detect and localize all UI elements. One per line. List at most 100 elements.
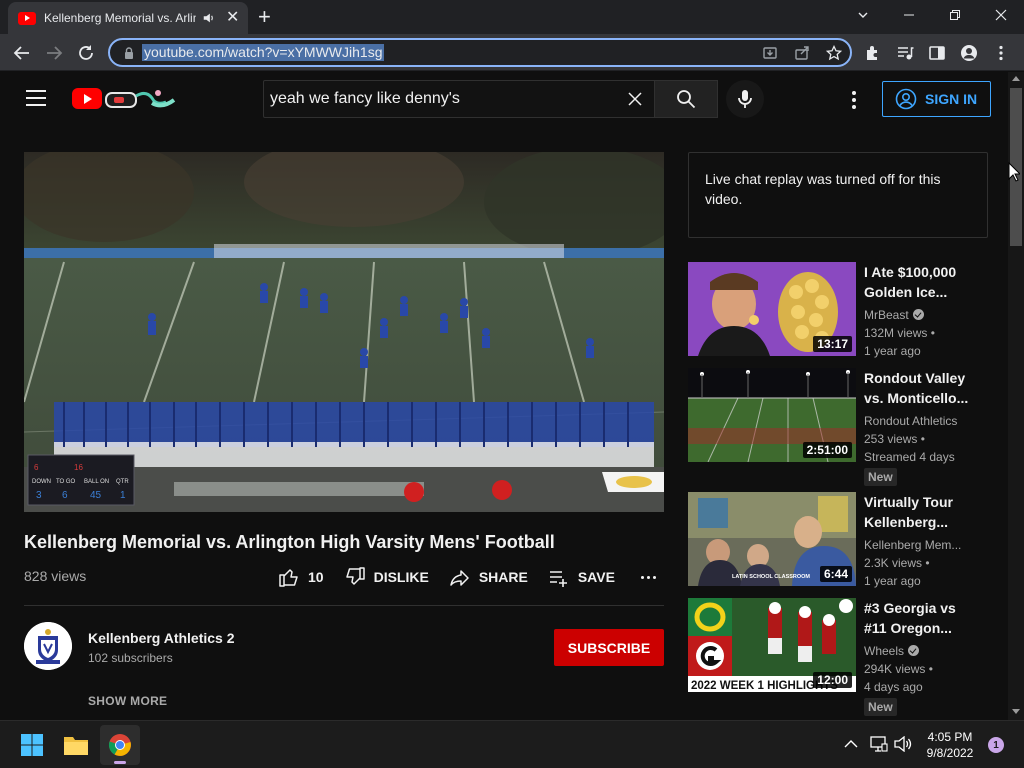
recommended-meta: MrBeast 132M views • 1 year ago xyxy=(864,306,984,360)
save-button[interactable]: SAVE xyxy=(548,566,615,588)
browser-tab[interactable]: Kellenberg Memorial vs. Arlington ✕ xyxy=(8,2,248,34)
file-explorer-button[interactable] xyxy=(56,725,96,765)
install-app-icon[interactable] xyxy=(762,45,778,61)
notification-badge[interactable]: 1 xyxy=(988,737,1004,753)
video-actions: 10 DISLIKE SHARE SAVE xyxy=(278,566,656,588)
lock-icon[interactable] xyxy=(122,46,136,60)
video-thumbnail[interactable]: LATIN SCHOOL CLASSROOM 6:44 xyxy=(688,492,856,586)
network-icon[interactable] xyxy=(870,736,888,752)
search-box xyxy=(263,80,655,118)
svg-text:6: 6 xyxy=(62,490,68,501)
recommended-age: Streamed 4 days xyxy=(864,450,955,464)
recommended-age: 4 days ago xyxy=(864,680,923,694)
dislike-label: DISLIKE xyxy=(373,569,429,585)
forward-button[interactable] xyxy=(42,41,66,65)
playlist-add-icon xyxy=(549,571,567,587)
bookmark-star-icon[interactable] xyxy=(826,45,842,61)
close-tab-icon[interactable]: ✕ xyxy=(226,10,239,26)
dislike-button[interactable]: DISLIKE xyxy=(344,566,429,588)
microphone-icon xyxy=(738,90,752,108)
account-circle-icon xyxy=(895,88,917,110)
view-count: 828 views xyxy=(24,568,87,584)
chrome-menu-icon[interactable] xyxy=(992,44,1010,62)
video-player[interactable]: 6 16 DOWN TO GO BALL ON QTR 3 6 45 1 xyxy=(24,152,664,512)
search-input[interactable] xyxy=(270,87,620,111)
new-badge: New xyxy=(864,468,897,486)
mouse-cursor-icon xyxy=(1008,162,1020,182)
svg-text:DOWN: DOWN xyxy=(32,479,51,485)
divider xyxy=(24,605,664,606)
thumbs-down-icon xyxy=(345,567,365,585)
search-button[interactable] xyxy=(654,80,718,118)
audio-playing-icon[interactable] xyxy=(202,11,216,25)
address-url[interactable]: youtube.com/watch?v=xYMWWJih1sg xyxy=(142,44,385,61)
recommended-channel[interactable]: Kellenberg Mem... xyxy=(864,536,984,554)
recommended-meta: Kellenberg Mem... 2.3K views • 1 year ag… xyxy=(864,536,984,590)
recommended-video[interactable]: 2:51:00 Rondout Valley vs. Monticello... … xyxy=(688,368,988,486)
share-button[interactable]: SHARE xyxy=(449,566,528,588)
video-thumbnail[interactable]: 2022 WEEK 1 HIGHLIGHTS 12:00 xyxy=(688,598,856,692)
hamburger-menu-icon[interactable] xyxy=(26,90,46,106)
video-thumbnail[interactable]: 2:51:00 xyxy=(688,368,856,462)
youtube-favicon-icon xyxy=(18,11,36,25)
recommended-views: 132M views • xyxy=(864,326,935,340)
side-panel-icon[interactable] xyxy=(928,44,946,62)
restore-button[interactable] xyxy=(932,0,978,30)
volume-icon[interactable] xyxy=(894,736,912,752)
recommended-video[interactable]: 2022 WEEK 1 HIGHLIGHTS 12:00 #3 Georgia … xyxy=(688,598,988,716)
chrome-taskbar-button[interactable] xyxy=(100,725,140,765)
subscribe-button[interactable]: SUBSCRIBE xyxy=(554,629,664,666)
video-thumbnail[interactable]: 13:17 xyxy=(688,262,856,356)
folder-icon xyxy=(64,737,88,755)
youtube-doodle-logo[interactable] xyxy=(104,86,178,112)
start-button[interactable] xyxy=(12,725,52,765)
live-chat-notice: Live chat replay was turned off for this… xyxy=(688,152,988,238)
recommended-channel[interactable]: Rondout Athletics xyxy=(864,412,984,430)
system-clock[interactable]: 4:05 PM 9/8/2022 xyxy=(918,729,982,761)
video-duration: 2:51:00 xyxy=(802,442,852,458)
save-label: SAVE xyxy=(577,569,615,585)
close-window-button[interactable] xyxy=(978,0,1024,30)
profile-avatar-icon[interactable] xyxy=(960,44,978,62)
recommended-title[interactable]: I Ate $100,000 Golden Ice... xyxy=(864,262,976,302)
recommended-title[interactable]: Rondout Valley vs. Monticello... xyxy=(864,368,976,408)
youtube-logo-icon[interactable] xyxy=(72,88,102,109)
recommended-video[interactable]: LATIN SCHOOL CLASSROOM 6:44 Virtually To… xyxy=(688,492,988,588)
video-duration: 12:00 xyxy=(813,672,852,688)
share-label: SHARE xyxy=(478,569,528,585)
chevron-up-icon[interactable] xyxy=(844,739,858,749)
new-tab-button[interactable]: + xyxy=(258,6,271,28)
browser-tab-strip: Kellenberg Memorial vs. Arlington ✕ + xyxy=(0,0,1024,34)
video-frame: 6 16 DOWN TO GO BALL ON QTR 3 6 45 1 xyxy=(24,152,664,512)
share-icon[interactable] xyxy=(794,45,810,61)
recommended-channel[interactable]: MrBeast xyxy=(864,308,909,322)
show-more-link[interactable]: SHOW MORE xyxy=(88,694,167,708)
minimize-button[interactable] xyxy=(886,0,932,30)
settings-more-icon[interactable] xyxy=(842,88,866,112)
recommended-title[interactable]: Virtually Tour Kellenberg... xyxy=(864,492,976,532)
media-queue-icon[interactable] xyxy=(896,44,914,62)
sign-in-button[interactable]: SIGN IN xyxy=(882,81,991,117)
voice-search-button[interactable] xyxy=(726,80,764,118)
extensions-puzzle-icon[interactable] xyxy=(864,44,882,62)
sign-in-label: SIGN IN xyxy=(925,91,978,107)
verified-check-icon xyxy=(912,309,924,320)
reload-button[interactable] xyxy=(74,41,98,65)
recommended-meta: Wheels 294K views • 4 days ago New xyxy=(864,642,984,716)
back-button[interactable] xyxy=(10,41,34,65)
address-bar[interactable]: youtube.com/watch?v=xYMWWJih1sg xyxy=(108,38,852,67)
channel-avatar[interactable] xyxy=(24,622,72,670)
recommended-channel[interactable]: Wheels xyxy=(864,644,904,658)
like-button[interactable]: 10 xyxy=(278,566,324,588)
tab-search-icon[interactable] xyxy=(840,0,886,30)
clear-search-icon[interactable] xyxy=(626,90,644,108)
svg-text:BALL ON: BALL ON xyxy=(84,479,109,485)
channel-name[interactable]: Kellenberg Athletics 2 xyxy=(88,630,235,646)
recommended-video[interactable]: 13:17 I Ate $100,000 Golden Ice... MrBeas… xyxy=(688,262,988,358)
recommended-age: 1 year ago xyxy=(864,574,921,588)
scroll-up-arrow-icon[interactable] xyxy=(1012,76,1020,81)
video-duration: 13:17 xyxy=(813,336,852,352)
scroll-down-arrow-icon[interactable] xyxy=(1012,709,1020,714)
more-actions-icon[interactable] xyxy=(640,575,656,579)
recommended-title[interactable]: #3 Georgia vs #11 Oregon... xyxy=(864,598,976,638)
